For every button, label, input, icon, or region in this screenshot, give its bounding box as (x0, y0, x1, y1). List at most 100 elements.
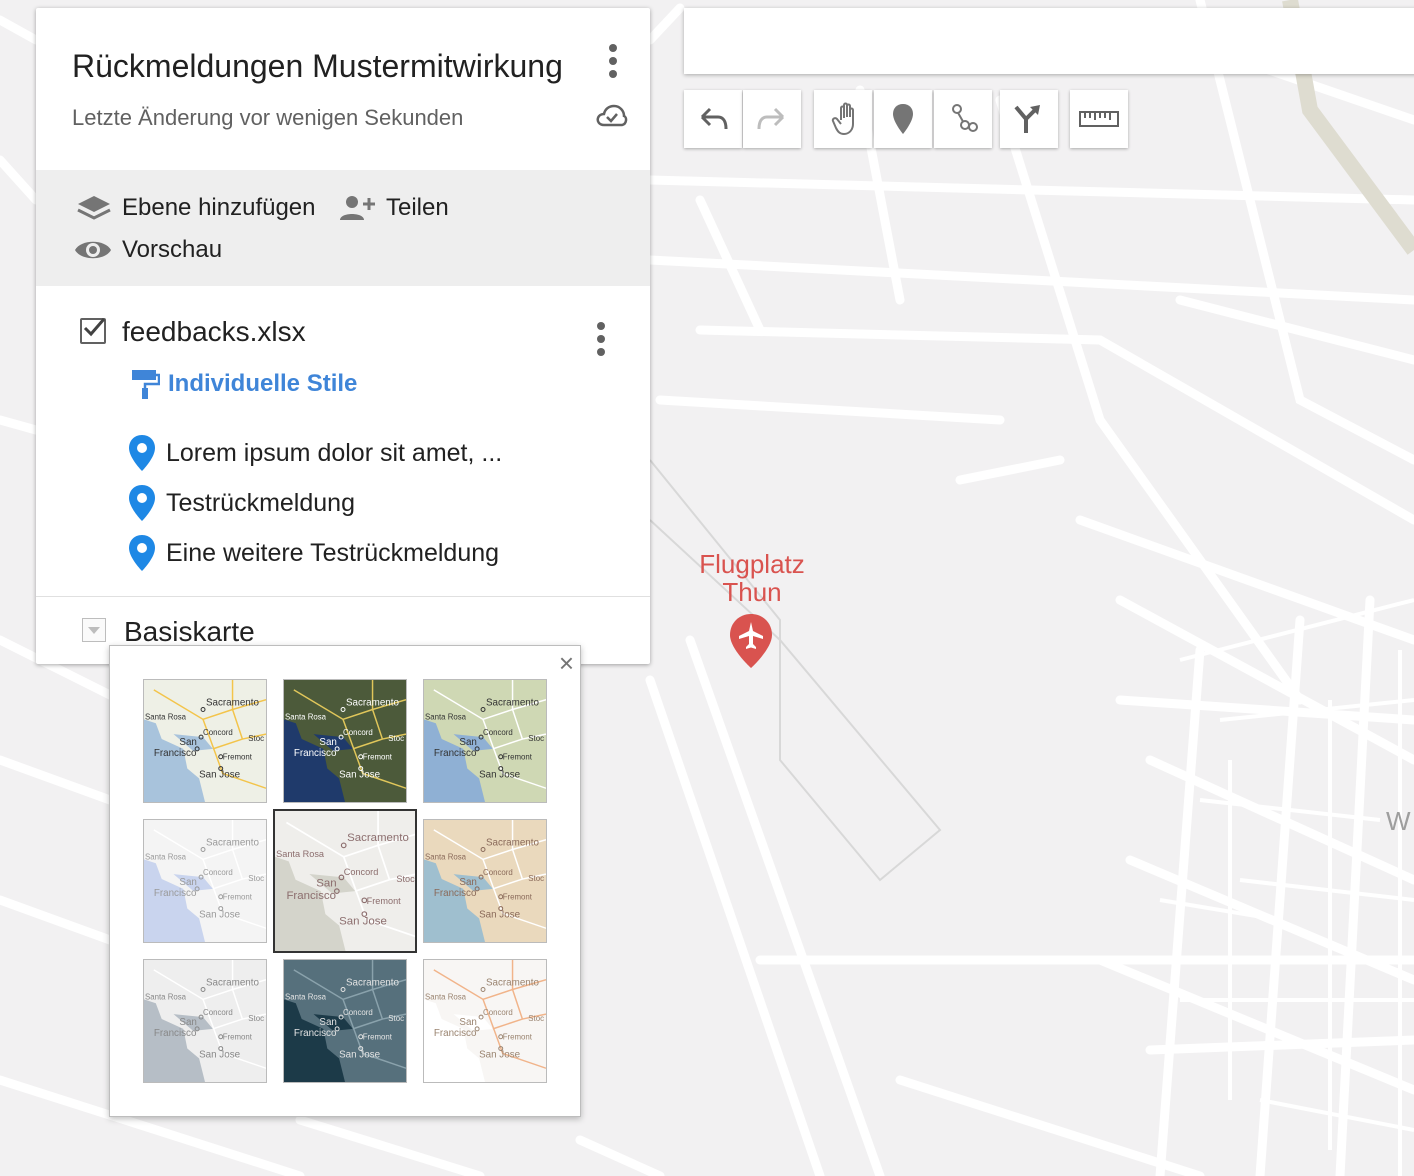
svg-text:San Jose: San Jose (479, 909, 521, 920)
map-edge-label: W (1386, 806, 1411, 836)
basemap-preview-image: SacramentoSanta RosaConcordSanFranciscoS… (424, 960, 546, 1082)
svg-text:Concord: Concord (483, 728, 513, 737)
layer-visibility-checkbox[interactable] (80, 318, 106, 344)
basemap-toggle[interactable] (82, 618, 106, 642)
basemap-option[interactable]: Sacramento Santa Rosa Concord San Francisco S… (283, 959, 407, 1083)
svg-text:Stoc: Stoc (248, 734, 264, 743)
pan-tool-button[interactable] (814, 90, 872, 148)
svg-text:Stoc: Stoc (528, 1014, 544, 1023)
add-person-icon (340, 196, 375, 220)
svg-text:Sacramento: Sacramento (346, 698, 400, 709)
svg-text:Francisco: Francisco (154, 1028, 197, 1039)
hand-icon (831, 102, 854, 136)
svg-text:San: San (319, 737, 337, 748)
undo-button[interactable] (684, 90, 742, 148)
svg-text:Concord: Concord (483, 868, 513, 877)
blue-pin-icon (129, 535, 155, 571)
map-options-icon[interactable] (608, 44, 618, 80)
map-title[interactable]: Rückmeldungen Mustermitwirkung (72, 48, 563, 85)
add-marker-button[interactable] (874, 90, 932, 148)
individual-styles-label: Individuelle Stile (168, 370, 358, 397)
basemap-option[interactable]: Sacramento Santa Rosa Concord San Francisco S… (143, 959, 267, 1083)
airport-label[interactable]: Flugplatz Thun (660, 550, 844, 606)
svg-text:Stoc: Stoc (528, 874, 544, 883)
basemap-preview-image: SacramentoSanta RosaConcordSanFranciscoS… (144, 680, 266, 802)
svg-text:Francisco: Francisco (434, 748, 477, 759)
svg-text:Sacramento: Sacramento (347, 832, 409, 844)
svg-text:Fremont: Fremont (363, 1033, 393, 1042)
measure-button[interactable] (1070, 90, 1128, 148)
svg-text:Sacramento: Sacramento (486, 978, 540, 989)
feature-item[interactable]: Lorem ipsum dolor sit amet, ... (128, 434, 502, 472)
directions-icon (1014, 105, 1040, 133)
svg-text:Francisco: Francisco (434, 888, 477, 899)
airport-label-line1: Flugplatz (699, 549, 805, 579)
basemap-option[interactable]: Sacramento Santa Rosa Concord San Francisco S… (423, 679, 547, 803)
basemap-option[interactable]: Sacramento Santa Rosa Concord San Francisco S… (423, 819, 547, 943)
svg-text:Concord: Concord (343, 728, 373, 737)
feature-item[interactable]: Eine weitere Testrückmeldung (128, 534, 499, 572)
feature-label: Testrückmeldung (166, 488, 355, 517)
svg-text:San: San (459, 877, 477, 888)
redo-button[interactable] (743, 90, 801, 148)
basemap-option[interactable]: Sacramento Santa Rosa Concord San Francisco S… (273, 809, 417, 953)
layer-name[interactable]: feedbacks.xlsx (122, 316, 306, 348)
triangle-down-icon (88, 627, 100, 634)
redo-icon (757, 107, 785, 130)
svg-text:Santa Rosa: Santa Rosa (425, 992, 467, 1001)
basemap-option[interactable]: Sacramento Santa Rosa Concord San Francisco S… (143, 819, 267, 943)
svg-text:Stoc: Stoc (396, 874, 415, 884)
basemap-option[interactable]: Sacramento Santa Rosa Concord San Francisco S… (143, 679, 267, 803)
line-icon (952, 104, 978, 132)
svg-text:Stoc: Stoc (388, 734, 404, 743)
svg-text:San Jose: San Jose (199, 909, 241, 920)
individual-styles-link[interactable]: Individuelle Stile (130, 368, 357, 400)
airport-pin-icon[interactable] (728, 612, 774, 670)
search-box[interactable] (684, 8, 1414, 74)
svg-text:Stoc: Stoc (248, 874, 264, 883)
basemap-preview-image: SacramentoSanta RosaConcordSanFranciscoS… (424, 680, 546, 802)
svg-text:Fremont: Fremont (503, 1033, 533, 1042)
basemap-preview-image: SacramentoSanta RosaConcordSanFranciscoS… (284, 680, 406, 802)
paint-roller-icon (132, 370, 160, 399)
draw-line-button[interactable] (934, 90, 992, 148)
add-layer-button[interactable]: Ebene hinzufügen (76, 194, 316, 222)
svg-text:Francisco: Francisco (154, 748, 197, 759)
svg-text:Sacramento: Sacramento (346, 978, 400, 989)
svg-text:San Jose: San Jose (339, 769, 381, 780)
svg-text:Santa Rosa: Santa Rosa (425, 852, 467, 861)
close-icon[interactable]: × (559, 648, 574, 679)
share-button[interactable]: Teilen (338, 194, 449, 222)
eye-icon (75, 241, 111, 259)
svg-text:Fremont: Fremont (503, 753, 533, 762)
svg-text:Francisco: Francisco (154, 888, 197, 899)
feature-label: Eine weitere Testrückmeldung (166, 538, 500, 567)
preview-button[interactable]: Vorschau (74, 236, 222, 264)
svg-text:Fremont: Fremont (363, 753, 393, 762)
svg-text:Francisco: Francisco (294, 748, 337, 759)
feature-item[interactable]: Testrückmeldung (128, 484, 355, 522)
basemap-preview-image: SacramentoSanta RosaConcordSanFranciscoS… (424, 820, 546, 942)
layer-options-icon[interactable] (596, 322, 606, 358)
svg-text:Sacramento: Sacramento (486, 838, 540, 849)
svg-text:Stoc: Stoc (248, 1014, 264, 1023)
airport-label-line2: Thun (722, 577, 782, 607)
basemap-option[interactable]: Sacramento Santa Rosa Concord San Francisco S… (423, 959, 547, 1083)
svg-text:San: San (179, 1017, 197, 1028)
checkmark-icon (83, 318, 106, 337)
svg-text:Concord: Concord (203, 728, 233, 737)
svg-text:San: San (319, 1017, 337, 1028)
svg-text:Francisco: Francisco (294, 1028, 337, 1039)
marker-icon (893, 104, 913, 134)
basemap-option[interactable]: Sacramento Santa Rosa Concord San Francisco S… (283, 679, 407, 803)
svg-text:Concord: Concord (203, 868, 233, 877)
layers-icon (77, 196, 111, 220)
svg-text:Concord: Concord (483, 1008, 513, 1017)
svg-text:San: San (179, 877, 197, 888)
svg-text:Fremont: Fremont (367, 896, 402, 906)
basemap-preview-image: SacramentoSanta RosaConcordSanFranciscoS… (284, 960, 406, 1082)
svg-text:Fremont: Fremont (223, 753, 253, 762)
add-directions-button[interactable] (1000, 90, 1058, 148)
svg-text:Fremont: Fremont (503, 893, 533, 902)
panel-header: Rückmeldungen Mustermitwirkung Letzte Än… (36, 8, 650, 170)
